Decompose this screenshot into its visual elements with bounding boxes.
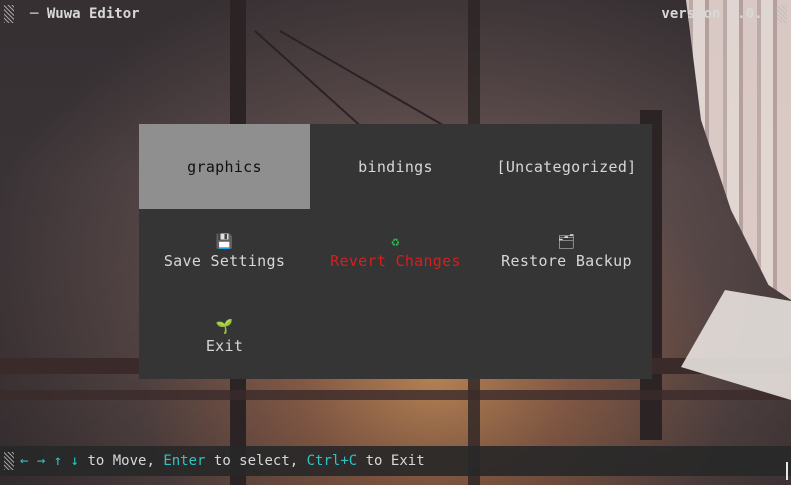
arrow-keys: ← → ↑ ↓	[20, 453, 80, 469]
save-settings-button[interactable]: 💾 Save Settings	[139, 209, 310, 294]
enter-key: Enter	[163, 453, 206, 469]
help-text: ← → ↑ ↓ to Move, Enter to select, Ctrl+C…	[20, 453, 425, 469]
action-label: Exit	[205, 336, 244, 355]
tab-label: [Uncategorized]	[496, 157, 637, 176]
action-label: Restore Backup	[501, 251, 632, 270]
grip-icon	[4, 5, 14, 23]
grip-icon	[777, 5, 787, 23]
tab-uncategorized[interactable]: [Uncategorized]	[481, 124, 652, 209]
title-bar: ─ Wuwa Editor version 1.0.0	[0, 0, 791, 28]
ctrl-c-key: Ctrl+C	[306, 453, 358, 469]
restore-backup-button[interactable]: 🗂 Restore Backup	[481, 209, 652, 294]
app-title: ─ Wuwa Editor	[30, 6, 140, 22]
action-label: Revert Changes	[330, 251, 461, 270]
tab-bindings[interactable]: bindings	[310, 124, 481, 209]
tab-label: bindings	[358, 157, 433, 176]
sprout-icon: 🌱	[215, 318, 234, 335]
help-move: to Move,	[79, 453, 164, 469]
tab-label: graphics	[187, 157, 262, 176]
save-icon: 💾	[215, 233, 234, 250]
help-bar: ← → ↑ ↓ to Move, Enter to select, Ctrl+C…	[0, 446, 791, 476]
action-label: Save Settings	[163, 251, 286, 270]
backup-icon: 🗂	[557, 233, 576, 250]
revert-changes-button[interactable]: ♻ Revert Changes	[310, 209, 481, 294]
help-select: to select,	[205, 453, 307, 469]
exit-button[interactable]: 🌱 Exit	[139, 294, 310, 379]
tab-graphics[interactable]: graphics	[139, 124, 310, 209]
version-label: version 1.0.0	[661, 6, 771, 22]
text-cursor	[786, 462, 788, 480]
recycle-icon: ♻	[391, 233, 400, 250]
grip-icon	[4, 452, 14, 470]
help-exit: to Exit	[357, 453, 425, 469]
menu-panel: graphics bindings [Uncategorized] 💾 Save…	[139, 124, 652, 379]
background-rail	[0, 390, 791, 400]
